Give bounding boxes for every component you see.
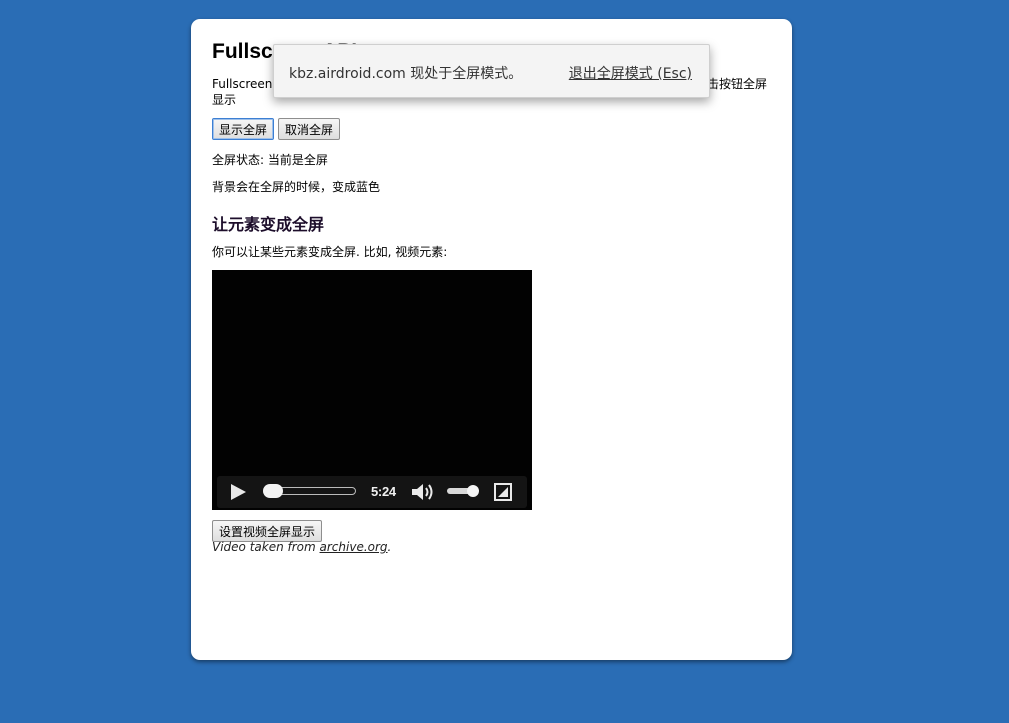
seek-thumb[interactable] [263,484,283,498]
credit-prefix: Video taken from [212,540,320,554]
video-credit: Video taken from archive.org. [212,540,391,554]
intro-text-end: 击按钮全屏 [706,77,767,91]
intro-text-start: Fullscreen [212,77,273,91]
cancel-fullscreen-button[interactable]: 取消全屏 [278,118,341,140]
credit-suffix: . [387,540,392,554]
fullscreen-message: kbz.airdroid.com 现处于全屏模式。 [289,66,523,82]
fullscreen-icon[interactable] [494,483,512,501]
show-fullscreen-button[interactable]: 显示全屏 [212,118,275,140]
exit-fullscreen-link[interactable]: 退出全屏模式 (Esc) [569,63,692,83]
section-description: 你可以让某些元素变成全屏. 比如, 视频元素: [212,245,448,259]
video-controls: 5:24 [217,476,527,508]
fullscreen-notification: kbz.airdroid.com 现处于全屏模式。 退出全屏模式 (Esc) [273,44,710,98]
content-card: Fullscreen API Fullscreen 显示 击按钮全屏 显示全屏 … [191,19,792,660]
background-note: 背景会在全屏的时候，变成蓝色 [212,180,381,194]
play-icon[interactable] [231,484,246,500]
video-duration: 5:24 [371,484,396,499]
volume-slider[interactable] [447,485,479,497]
section-title: 让元素变成全屏 [212,215,325,234]
volume-icon[interactable] [410,482,436,502]
fullscreen-button-row: 显示全屏 取消全屏 [212,118,341,140]
video-fullscreen-button[interactable]: 设置视频全屏显示 [212,520,323,542]
video-player[interactable]: 5:24 [212,270,532,510]
fullscreen-status: 全屏状态: 当前是全屏 [212,153,328,167]
volume-thumb[interactable] [467,485,479,497]
archive-link[interactable]: archive.org [320,540,388,554]
seek-bar[interactable] [263,484,356,498]
intro-text-wrap: 显示 [212,93,237,107]
